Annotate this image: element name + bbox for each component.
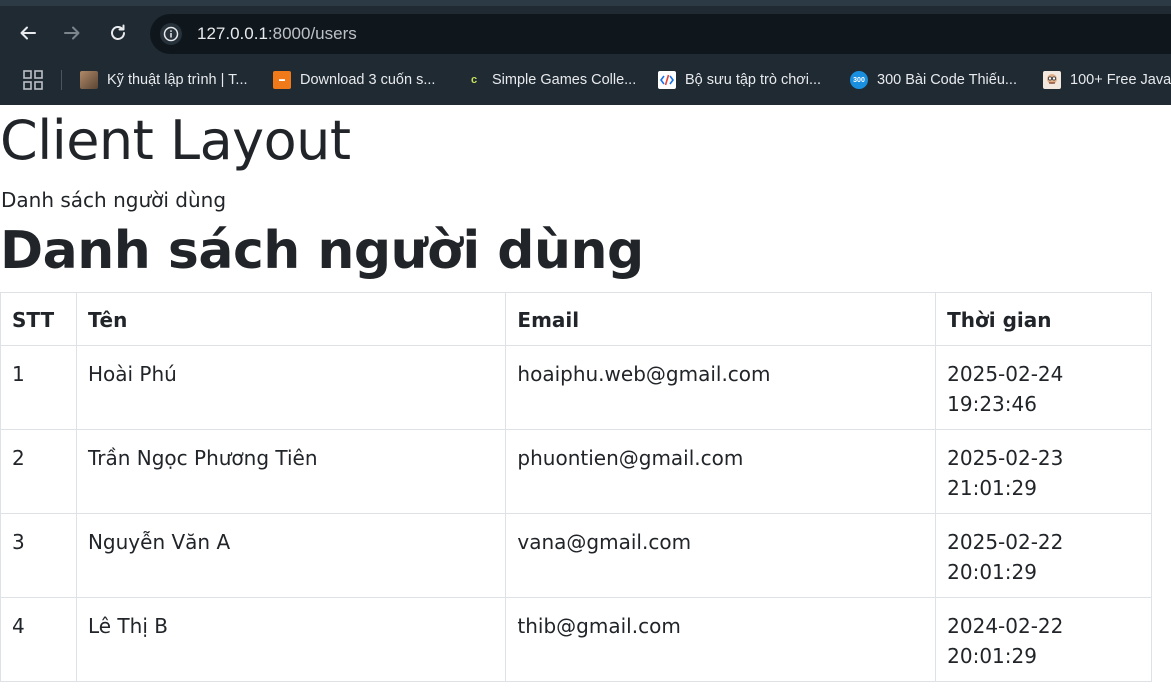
bookmark-item[interactable]: 100+ Free Java [1043,68,1171,92]
header-email: Email [505,292,937,346]
cell-date-text: 2025-02-24 [947,362,1064,386]
cell-time-text: 19:23:46 [947,392,1037,416]
url-host: 127.0.0.1 [197,24,268,43]
bookmark-item[interactable]: c Simple Games Colle... [465,68,636,92]
url-path: :8000/users [267,24,357,43]
code-favicon-icon [658,71,676,89]
cell-email: hoaiphu.web@gmail.com [505,345,937,430]
cell-time-text: 21:01:29 [947,476,1037,500]
bookmark-item[interactable]: 300 300 Bài Code Thiếu... [850,68,1017,92]
bookmark-label: 100+ Free Java [1070,72,1171,88]
address-bar[interactable]: 127.0.0.1:8000/users [150,14,1171,54]
reload-button[interactable] [106,21,130,45]
cell-time: 2025-02-23 21:01:29 [935,429,1152,514]
orange-favicon-icon: ▬ [273,71,291,89]
back-button[interactable] [16,21,40,45]
table-header-row: STT Tên Email Thời gian [0,292,1152,346]
page-subtitle: Danh sách người dùng [1,188,227,212]
table-row: 2 Trần Ngọc Phương Tiên phuontien@gmail.… [0,429,1152,514]
bookmarks-bar: Kỹ thuật lập trình | T... ▬ Download 3 c… [0,64,1171,96]
cell-email: thib@gmail.com [505,597,937,682]
cell-date-text: 2025-02-23 [947,446,1064,470]
bookmark-item[interactable]: Kỹ thuật lập trình | T... [80,68,248,92]
bookmark-label: 300 Bài Code Thiếu... [877,72,1017,88]
cell-name: Trần Ngọc Phương Tiên [75,429,507,514]
cell-email: vana@gmail.com [505,513,937,598]
avatar-favicon-icon [1043,71,1061,89]
header-name: Tên [75,292,507,346]
header-stt: STT [0,292,77,346]
cell-date-text: 2024-02-22 [947,614,1064,638]
table-row: 4 Lê Thị B thib@gmail.com 2024-02-22 20:0… [0,597,1152,682]
url-text[interactable]: 127.0.0.1:8000/users [197,22,357,46]
photo-favicon-icon [80,71,98,89]
cell-name: Lê Thị B [75,597,507,682]
bookmark-label: Bộ sưu tập trò chơi... [685,72,822,88]
300-favicon-icon: 300 [850,71,868,89]
bookmark-item[interactable]: Bộ sưu tập trò chơi... [658,68,821,92]
cell-time-text: 20:01:29 [947,560,1037,584]
bookmark-item[interactable]: ▬ Download 3 cuốn s... [273,68,435,92]
cell-name: Nguyễn Văn A [75,513,507,598]
back-arrow-icon [20,26,36,40]
cell-stt: 1 [0,345,77,430]
cell-stt: 3 [0,513,77,598]
cell-stt: 2 [0,429,77,514]
bookmark-label: Kỹ thuật lập trình | T... [107,72,248,88]
bookmark-label: Download 3 cuốn s... [300,72,436,88]
table-row: 3 Nguyễn Văn A vana@gmail.com 2025-02-22… [0,513,1152,598]
header-time: Thời gian [935,292,1152,346]
bookmark-label: Simple Games Colle... [492,72,637,88]
browser-toolbar: 127.0.0.1:8000/users Kỹ thuật lập trình … [0,0,1171,105]
cell-time-text: 20:01:29 [947,644,1037,668]
c-favicon-icon: c [470,74,478,86]
reload-icon [111,24,125,40]
cell-name: Hoài Phú [75,345,507,430]
table-row: 1 Hoài Phú hoaiphu.web@gmail.com 2025-02… [0,345,1152,430]
cell-date-text: 2025-02-22 [947,530,1064,554]
cell-stt: 4 [0,597,77,682]
bookmarks-separator [61,70,62,90]
site-info-icon[interactable] [160,23,182,45]
cell-email: phuontien@gmail.com [505,429,937,514]
page-title: Danh sách người dùng [0,221,644,281]
forward-button[interactable] [60,21,84,45]
cell-time: 2025-02-24 19:23:46 [935,345,1152,430]
apps-grid-icon[interactable] [23,70,43,90]
tab-strip-edge [0,0,1171,6]
forward-arrow-icon [64,26,80,40]
cell-time: 2024-02-22 20:01:29 [935,597,1152,682]
cell-time: 2025-02-22 20:01:29 [935,513,1152,598]
users-table: STT Tên Email Thời gian 1 Hoài Phú hoaip… [0,292,1152,682]
page-content: Client Layout Danh sách người dùng Danh … [0,105,1171,691]
layout-title: Client Layout [0,109,351,172]
